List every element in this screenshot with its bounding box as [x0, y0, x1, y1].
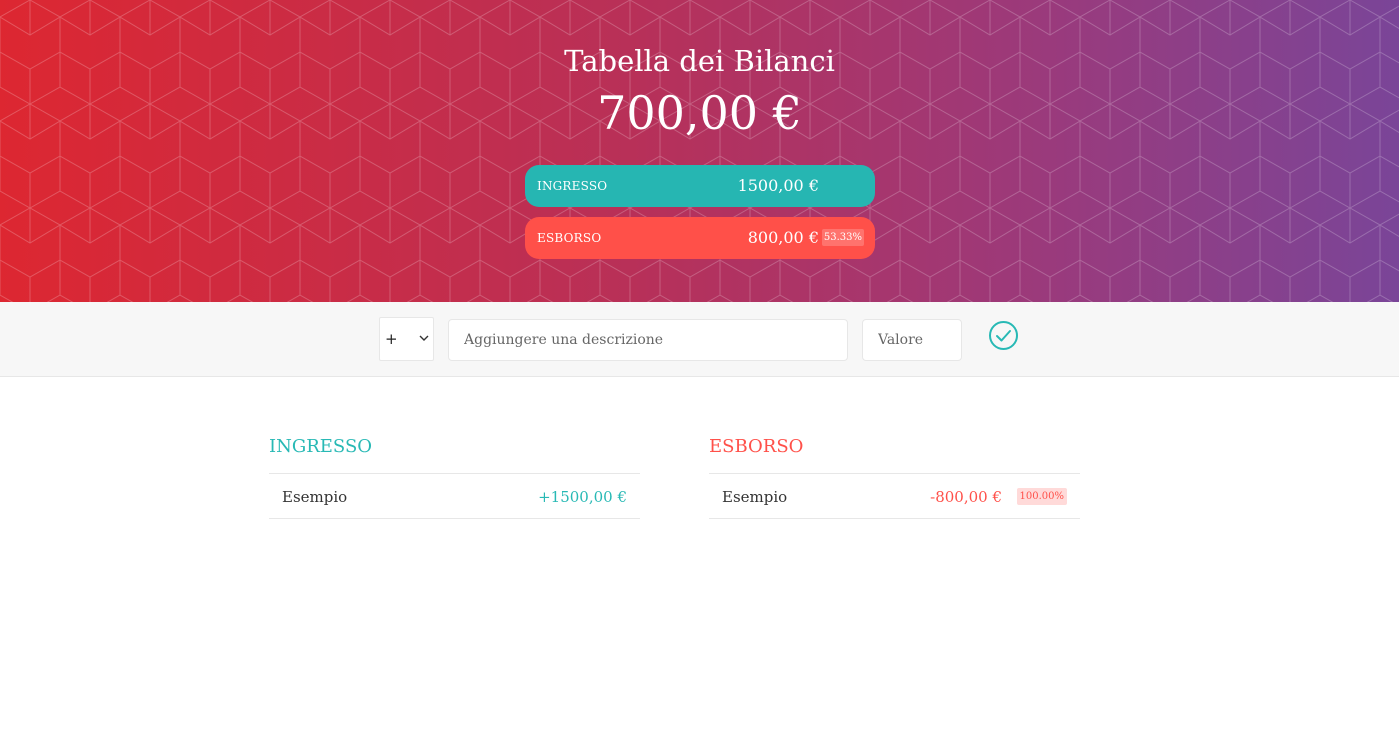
expense-summary-percentage: 53.33%: [821, 229, 864, 246]
income-summary: INGRESSO 1500,00 €: [525, 165, 875, 207]
type-select[interactable]: +: [379, 317, 434, 361]
income-list-title: INGRESSO: [269, 436, 373, 457]
list-item-value: +1500,00 €: [538, 488, 627, 506]
description-input[interactable]: [448, 319, 848, 361]
check-circle-icon: [989, 321, 1018, 350]
total-balance: 700,00 €: [597, 86, 802, 140]
expense-list-title: ESBORSO: [709, 436, 804, 457]
income-list: INGRESSO Esempio +1500,00 €: [269, 436, 640, 519]
expense-summary: ESBORSO 800,00 € 53.33%: [525, 217, 875, 259]
add-entry-bar: +: [0, 302, 1399, 377]
confirm-button[interactable]: [988, 320, 1019, 351]
expense-list: ESBORSO Esempio -800,00 € 100.00%: [709, 436, 1080, 519]
income-summary-value: 1500,00 €: [737, 176, 819, 195]
list-item-percentage: 100.00%: [1016, 488, 1067, 505]
chevron-down-icon: [419, 335, 429, 341]
list-item-description: Esempio: [282, 488, 348, 506]
income-summary-label: INGRESSO: [537, 179, 608, 193]
list-item[interactable]: Esempio -800,00 € 100.00%: [709, 473, 1080, 519]
list-item-value: -800,00 €: [930, 488, 1002, 506]
expense-summary-label: ESBORSO: [537, 231, 602, 245]
list-item-description: Esempio: [722, 488, 788, 506]
page-title: Tabella dei Bilanci: [564, 44, 835, 78]
header-banner: Tabella dei Bilanci 700,00 € INGRESSO 15…: [0, 0, 1399, 302]
expense-summary-value: 800,00 €: [747, 228, 819, 247]
type-select-value: +: [385, 330, 398, 348]
list-item[interactable]: Esempio +1500,00 €: [269, 473, 640, 519]
value-input[interactable]: [862, 319, 962, 361]
